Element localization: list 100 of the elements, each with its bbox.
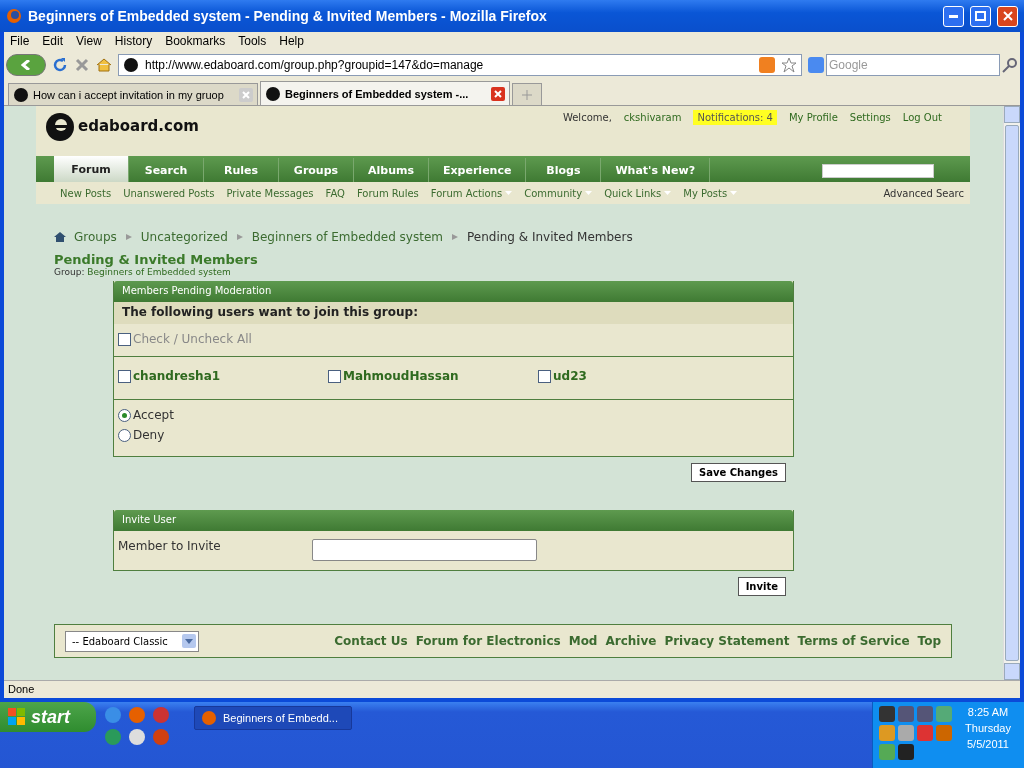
menu-item[interactable]: Tools	[232, 34, 274, 48]
footer-link[interactable]: Privacy Statement	[664, 634, 790, 648]
browser-tab[interactable]: Beginners of Embedded system -...	[260, 81, 510, 105]
nav-tab[interactable]: Forum	[54, 156, 129, 182]
footer-link[interactable]: Top	[917, 634, 941, 648]
url-field[interactable]: http://www.edaboard.com/group.php?groupid=147&do=manage	[118, 54, 802, 76]
search-icon[interactable]	[1002, 57, 1018, 73]
tray-icon[interactable]	[898, 706, 914, 722]
field-label: Member to Invite	[118, 539, 222, 553]
browser-tab[interactable]: How can i accept invitation in my gruop	[8, 83, 258, 105]
app-icon[interactable]	[128, 728, 146, 746]
save-changes-button[interactable]: Save Changes	[691, 463, 786, 482]
menu-item[interactable]: Bookmarks	[159, 34, 233, 48]
panel-prompt: The following users want to join this group:	[114, 302, 793, 324]
close-button[interactable]	[997, 5, 1018, 27]
star-icon[interactable]	[781, 57, 797, 73]
subnav-link[interactable]: Quick Links	[604, 187, 672, 199]
reload-icon[interactable]	[52, 57, 68, 73]
member-checkbox[interactable]: chandresha1	[118, 369, 328, 383]
arrow-icon	[451, 233, 459, 241]
tray-icon[interactable]	[898, 744, 914, 760]
home-icon[interactable]	[54, 231, 66, 243]
windows-logo-icon	[8, 708, 26, 726]
caret-icon	[585, 191, 593, 195]
subnav-link[interactable]: Private Messages	[226, 187, 314, 199]
tray-icon[interactable]	[936, 725, 952, 741]
username-link[interactable]: ckshivaram	[623, 112, 682, 123]
nav-tab[interactable]: Rules	[204, 158, 279, 182]
member-checkbox[interactable]: ud23	[538, 369, 748, 383]
footer-link[interactable]: Archive	[605, 634, 657, 648]
firefox-icon	[6, 8, 22, 24]
tray-icon[interactable]	[936, 706, 952, 722]
nav-tab[interactable]: Albums	[354, 158, 429, 182]
header-link[interactable]: Settings	[849, 112, 891, 123]
home-icon[interactable]	[96, 57, 112, 73]
style-select[interactable]: -- Edaboard Classic	[65, 630, 199, 652]
nav-tab[interactable]: What's New?	[601, 158, 711, 182]
page-title: Pending & Invited Members	[54, 252, 259, 267]
tray-icon[interactable]	[879, 744, 895, 760]
subnav-link[interactable]: Forum Actions	[430, 187, 513, 199]
tray-icon[interactable]	[917, 725, 933, 741]
action-radio[interactable]: Deny	[118, 428, 165, 442]
subnav-link[interactable]: FAQ	[325, 187, 345, 199]
group-link[interactable]: Beginners of Embedded system	[87, 267, 231, 277]
header-link[interactable]: Log Out	[902, 112, 942, 123]
footer-link[interactable]: Mod	[568, 634, 598, 648]
menu-item[interactable]: Help	[273, 34, 311, 48]
scrollbar[interactable]	[1003, 106, 1020, 680]
subnav-link[interactable]: Community	[524, 187, 593, 199]
nav-tab[interactable]: Search	[129, 158, 204, 182]
member-checkbox[interactable]: MahmoudHassan	[328, 369, 538, 383]
back-button[interactable]	[6, 54, 46, 76]
action-radio[interactable]: Accept	[118, 408, 174, 422]
menu-item[interactable]: History	[108, 34, 160, 48]
stop-icon[interactable]	[74, 57, 90, 73]
dropdown-icon	[182, 634, 196, 648]
breadcrumb-link[interactable]: Uncategorized	[140, 230, 228, 244]
start-button[interactable]: start	[0, 702, 96, 732]
subnav-link[interactable]: My Posts	[683, 187, 738, 199]
subnav-link[interactable]: New Posts	[60, 187, 112, 199]
close-icon	[1002, 11, 1013, 21]
new-tab-button[interactable]	[512, 83, 542, 105]
arrow-icon	[124, 233, 133, 241]
footer-link[interactable]: Forum for Electronics	[415, 634, 561, 648]
maximize-button[interactable]	[970, 5, 991, 27]
menu-item[interactable]: File	[4, 34, 37, 48]
tray-icon[interactable]	[917, 706, 933, 722]
subnav-link[interactable]: Forum Rules	[356, 187, 419, 199]
footer-link[interactable]: Contact Us	[334, 634, 408, 648]
search-field[interactable]: Google	[826, 54, 1000, 76]
window-title: Beginners of Embedded system - Pending & Invited Members - Mozilla Firefox	[28, 8, 548, 24]
subnav-link[interactable]: Unanswered Posts	[123, 187, 215, 199]
site-icon	[265, 85, 281, 102]
header-link[interactable]: My Profile	[789, 112, 838, 123]
site-logo[interactable]: edaboard.com	[78, 117, 199, 135]
site-search-field[interactable]	[822, 164, 934, 178]
menu-item[interactable]: View	[70, 34, 109, 48]
member-input-field[interactable]	[312, 539, 537, 561]
tray-icon[interactable]	[898, 725, 914, 741]
minimize-button[interactable]	[943, 5, 964, 27]
advanced-search-link[interactable]: Advanced Searc	[883, 187, 964, 199]
menu-item[interactable]: Edit	[36, 34, 71, 48]
nav-tab[interactable]: Groups	[279, 158, 354, 182]
footer-link[interactable]: Terms of Service	[797, 634, 910, 648]
notifications-link[interactable]: Notifications: 4	[693, 110, 777, 125]
close-icon[interactable]	[491, 86, 505, 101]
invite-button[interactable]: Invite	[737, 577, 786, 596]
check-all-checkbox[interactable]: Check / Uncheck All	[118, 332, 252, 346]
tray-icon[interactable]	[879, 706, 895, 722]
tray-icon[interactable]	[879, 725, 895, 741]
nav-tab[interactable]: Experience	[429, 158, 527, 182]
nav-tab[interactable]: Blogs	[526, 158, 602, 182]
arrow-icon	[235, 233, 244, 241]
clock-text: 8:25 AM	[967, 706, 1009, 718]
breadcrumb-link[interactable]: Groups	[74, 230, 117, 244]
taskbar-button[interactable]: Beginners of Embedd...	[194, 706, 352, 730]
rss-icon	[759, 57, 775, 73]
welcome-label: Welcome,	[562, 112, 612, 123]
clock-text: 5/5/2011	[967, 738, 1009, 750]
breadcrumb-link[interactable]: Beginners of Embedded system	[251, 230, 443, 244]
